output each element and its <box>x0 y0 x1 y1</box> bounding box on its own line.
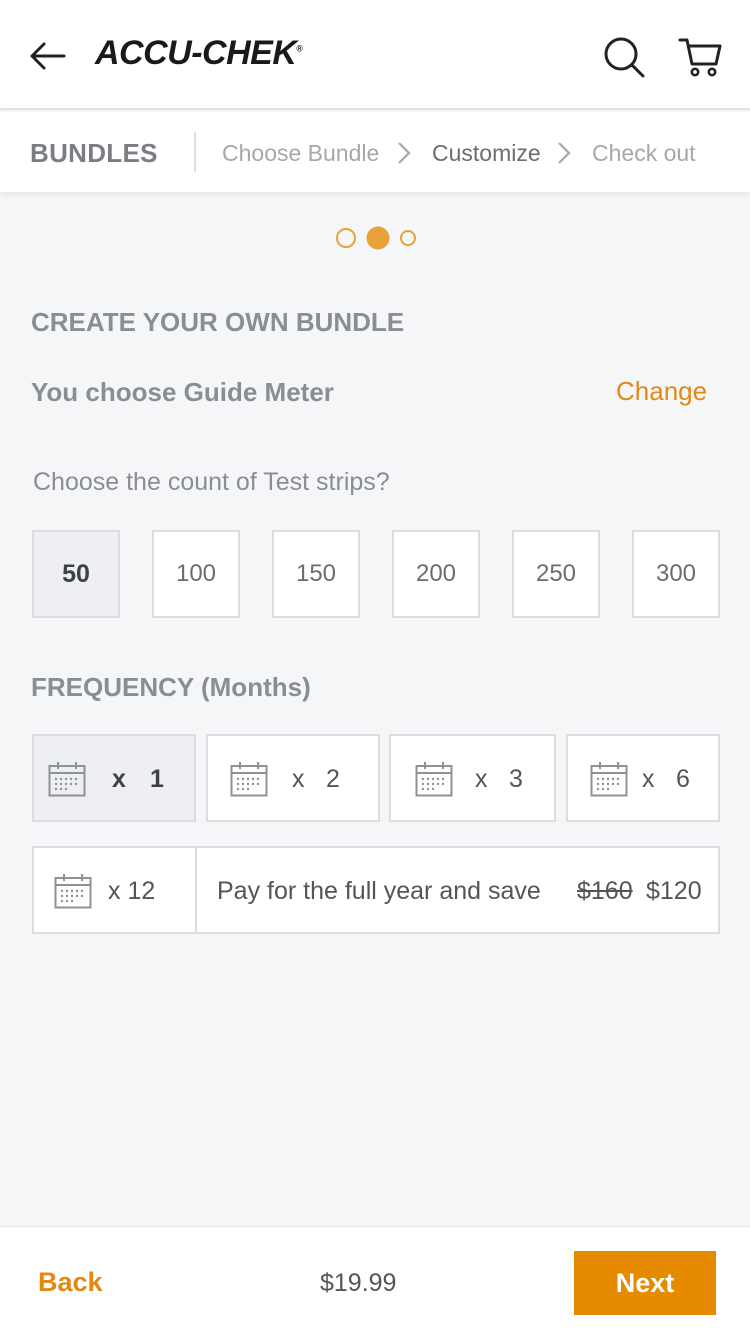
brand-logo[interactable]: ACCU-CHEK® <box>95 34 303 73</box>
divider <box>195 848 197 932</box>
yearly-save-text: Pay for the full year and save <box>217 877 541 905</box>
logo-text: ACCU-CHEK <box>95 34 297 72</box>
frequency-title: FREQUENCY (Months) <box>31 672 311 702</box>
chevron-right-icon <box>398 142 411 164</box>
pager-dot-active <box>366 226 390 250</box>
frequency-option-12[interactable]: x 12 Pay for the full year and save $160… <box>32 846 720 934</box>
logo-mark: ® <box>296 43 303 54</box>
app-header: ACCU-CHEK® <box>0 0 750 110</box>
cart-icon[interactable] <box>678 36 722 78</box>
calendar-icon <box>230 762 268 797</box>
frequency-prefix: x <box>292 765 305 793</box>
frequency-value: 3 <box>509 765 523 793</box>
frequency-value: 1 <box>150 765 164 793</box>
back-button[interactable]: Back <box>38 1267 103 1298</box>
calendar-icon <box>48 762 86 797</box>
strip-option-50[interactable]: 50 <box>32 530 120 618</box>
search-icon[interactable] <box>603 36 645 78</box>
calendar-icon <box>54 874 92 909</box>
frequency-value: 6 <box>676 765 690 793</box>
frequency-prefix: x <box>642 765 655 793</box>
pager-dot <box>400 230 416 246</box>
checkout-steps: BUNDLES Choose Bundle Customize Check ou… <box>0 112 750 192</box>
strip-option-300[interactable]: 300 <box>632 530 720 618</box>
frequency-option-2[interactable]: x 2 <box>206 734 380 822</box>
strip-option-100[interactable]: 100 <box>152 530 240 618</box>
change-link[interactable]: Change <box>616 376 707 407</box>
next-button[interactable]: Next <box>574 1251 716 1315</box>
strip-option-150[interactable]: 150 <box>272 530 360 618</box>
strips-question: Choose the count of Test strips? <box>33 468 390 496</box>
selected-meter-text: You choose Guide Meter <box>31 377 334 407</box>
pager-dots <box>336 226 416 250</box>
footer-bar: Back $19.99 Next <box>0 1226 750 1334</box>
frequency-prefix: x <box>475 765 488 793</box>
frequency-value: 2 <box>326 765 340 793</box>
old-price: $160 <box>577 877 633 905</box>
steps-title: BUNDLES <box>30 138 158 168</box>
strip-option-200[interactable]: 200 <box>392 530 480 618</box>
step-choose-bundle[interactable]: Choose Bundle <box>222 140 379 167</box>
divider <box>194 132 196 172</box>
chevron-right-icon <box>558 142 571 164</box>
frequency-option-6[interactable]: x 6 <box>566 734 720 822</box>
frequency-option-1[interactable]: x 1 <box>32 734 196 822</box>
frequency-prefix: x <box>112 765 126 793</box>
calendar-icon <box>590 762 628 797</box>
bundle-title: CREATE YOUR OWN BUNDLE <box>31 307 405 337</box>
step-check-out[interactable]: Check out <box>592 140 696 167</box>
frequency-label: x 12 <box>108 877 156 905</box>
pager-dot <box>336 228 356 248</box>
step-customize[interactable]: Customize <box>432 140 541 167</box>
new-price: $120 <box>646 877 702 905</box>
total-price: $19.99 <box>320 1269 397 1297</box>
strip-option-250[interactable]: 250 <box>512 530 600 618</box>
back-arrow-icon[interactable] <box>28 38 68 74</box>
calendar-icon <box>415 762 453 797</box>
frequency-option-3[interactable]: x 3 <box>389 734 556 822</box>
